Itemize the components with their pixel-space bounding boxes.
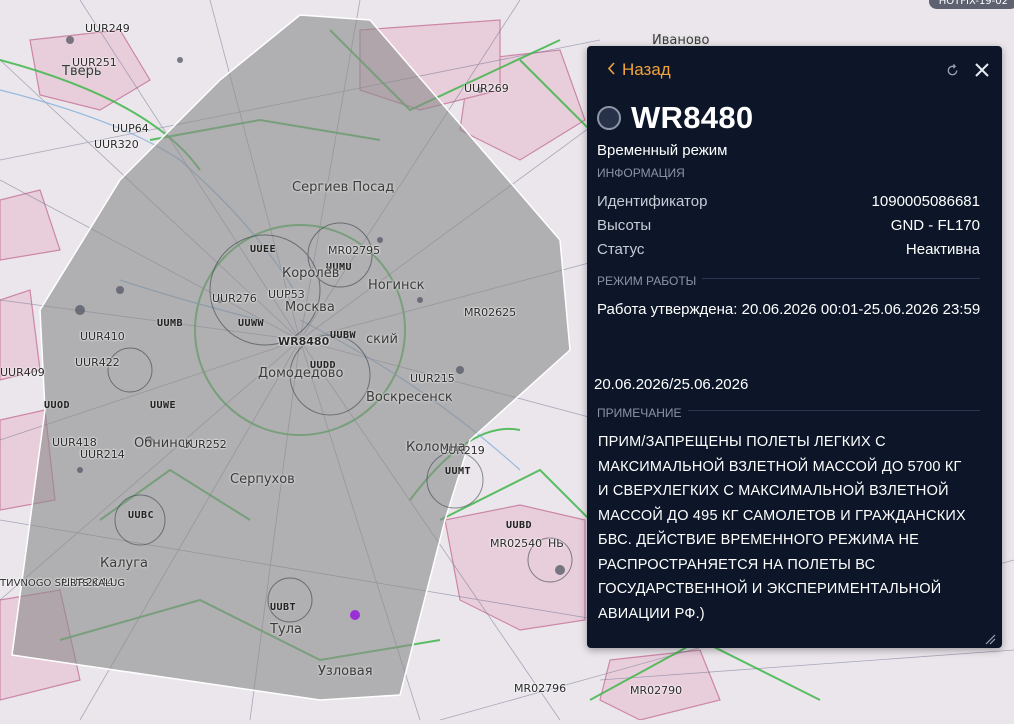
airport-code: UUWW [238, 318, 265, 329]
section-note-label: ПРИМЕЧАНИЕ [597, 406, 688, 420]
note-text: ПРИМ/ЗАПРЕЩЕНЫ ПОЛЕТЫ ЛЕГКИХ С МАКСИМАЛЬ… [598, 434, 966, 622]
date-range: 20.06.2026/25.06.2026 [594, 376, 749, 393]
refresh-icon[interactable] [942, 60, 962, 80]
panel-actions [942, 60, 992, 80]
info-row-status: Статус Неактивна [597, 241, 980, 258]
zone-label[interactable]: UUR410 [80, 330, 125, 343]
zone-label[interactable]: UUR276 [212, 292, 257, 305]
zone-title: WR8480 [631, 100, 754, 135]
back-button[interactable]: Назад [607, 60, 671, 80]
marker-dot[interactable] [350, 610, 360, 620]
airport-code: UUBW [330, 330, 357, 341]
city-label: Москва [285, 300, 335, 315]
city-label: Домодедово [258, 366, 344, 381]
partial-city-label: ский [366, 332, 398, 347]
zone-label[interactable]: MR02540 [490, 537, 542, 550]
airport-code: UUOD [44, 400, 71, 411]
info-key: Статус [597, 241, 645, 258]
city-label: Серпухов [230, 472, 295, 487]
airport-code: UUWE [150, 400, 177, 411]
zone-detail-panel: Назад WR8480 Временный режим ИНФОРМАЦИЯ … [587, 46, 1002, 648]
resize-handle-icon[interactable] [984, 630, 996, 645]
city-label: Узловая [318, 664, 373, 679]
airport-code: UUEE [250, 244, 277, 255]
zone-label[interactable]: MR02796 [514, 682, 566, 695]
partial-label: ТИVNOGO SPIRTS KALUG [0, 578, 126, 589]
zone-label-selected[interactable]: WR8480 [278, 335, 329, 348]
city-label: Королёв [282, 266, 340, 281]
airport-code: UUBD [506, 520, 533, 531]
back-label: Назад [622, 60, 671, 79]
partial-label: НЬ [548, 537, 564, 550]
info-key: Высоты [597, 217, 652, 234]
airport-code: UUMT [445, 466, 472, 477]
info-value: 1090005086681 [871, 193, 980, 210]
title-row: WR8480 [597, 100, 753, 136]
info-row-altitudes: Высоты GND - FL170 [597, 217, 980, 234]
section-info-label: ИНФОРМАЦИЯ [597, 166, 691, 180]
section-mode-label: РЕЖИМ РАБОТЫ [597, 274, 703, 288]
city-label: Калуга [100, 556, 148, 571]
zone-label[interactable]: MR02790 [630, 684, 682, 697]
zone-label[interactable]: UUR214 [80, 448, 125, 461]
city-label: Коломна [406, 440, 466, 455]
zone-label[interactable]: MR02625 [464, 306, 516, 319]
chevron-left-icon [607, 60, 616, 80]
zone-type: Временный режим [597, 142, 728, 159]
zone-label[interactable]: UUR249 [85, 22, 130, 35]
info-row-identifier: Идентификатор 1090005086681 [597, 193, 980, 210]
zone-label[interactable]: UUR320 [94, 138, 139, 151]
city-label: Ногинск [368, 278, 425, 293]
info-value: GND - FL170 [890, 217, 980, 234]
status-indicator-icon [597, 106, 621, 130]
close-icon[interactable] [972, 60, 992, 80]
zone-label[interactable]: UUP64 [112, 122, 149, 135]
info-value: Неактивна [905, 241, 980, 258]
airport-code: UUMB [157, 318, 184, 329]
section-info: ИНФОРМАЦИЯ [597, 162, 980, 180]
city-label: Обнинск [134, 436, 193, 451]
city-label: Сергиев Посад [292, 180, 395, 195]
city-label: Воскресенск [366, 390, 453, 405]
zone-label[interactable]: MR02795 [328, 244, 380, 257]
section-mode: РЕЖИМ РАБОТЫ [597, 270, 980, 288]
airport-code: UUBT [270, 602, 297, 613]
zone-label[interactable]: UUR215 [410, 372, 455, 385]
zone-label[interactable]: UUR269 [464, 82, 509, 95]
build-badge: HOTFIX-19-02 [928, 0, 1014, 9]
airport-code: UUBC [128, 510, 155, 521]
zone-label[interactable]: UUR409 [0, 366, 45, 379]
section-note: ПРИМЕЧАНИЕ [597, 402, 980, 420]
zone-label[interactable]: UUR422 [75, 356, 120, 369]
approved-schedule: Работа утверждена: 20.06.2026 00:01-25.0… [597, 301, 981, 318]
city-label: Тверь [62, 64, 102, 79]
city-label: Тула [270, 622, 302, 637]
info-key: Идентификатор [597, 193, 708, 210]
